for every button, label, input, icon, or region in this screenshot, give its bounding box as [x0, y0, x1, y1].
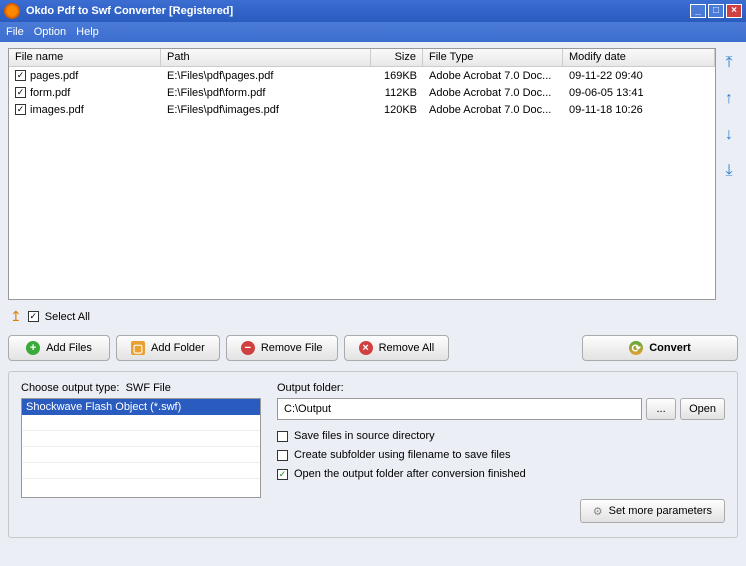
list-header: File name Path Size File Type Modify dat… [9, 49, 715, 67]
open-folder-button[interactable]: Open [680, 398, 725, 420]
remove-all-icon: × [359, 341, 373, 355]
set-more-parameters-button[interactable]: ⚙Set more parameters [580, 499, 725, 523]
col-date[interactable]: Modify date [563, 49, 715, 66]
add-files-button[interactable]: +Add Files [8, 335, 110, 361]
choose-output-type-label: Choose output type: SWF File [21, 382, 261, 394]
convert-icon: ⟳ [629, 341, 643, 355]
create-subfolder-label: Create subfolder using filename to save … [294, 449, 510, 461]
titlebar: Okdo Pdf to Swf Converter [Registered] _… [0, 0, 746, 22]
remove-icon: − [241, 341, 255, 355]
minimize-button[interactable]: _ [690, 4, 706, 18]
col-size[interactable]: Size [371, 49, 423, 66]
row-checkbox[interactable]: ✓ [15, 104, 26, 115]
open-after-label: Open the output folder after conversion … [294, 468, 526, 480]
table-row[interactable]: ✓pages.pdfE:\Files\pdf\pages.pdf169KBAdo… [9, 67, 715, 84]
open-after-checkbox[interactable]: ✓ [277, 469, 288, 480]
window-title: Okdo Pdf to Swf Converter [Registered] [26, 5, 233, 17]
row-checkbox[interactable]: ✓ [15, 70, 26, 81]
save-source-checkbox[interactable] [277, 431, 288, 442]
add-icon: + [26, 341, 40, 355]
folder-icon: ▢ [131, 341, 145, 355]
remove-all-button[interactable]: ×Remove All [344, 335, 450, 361]
col-filename[interactable]: File name [9, 49, 161, 66]
col-path[interactable]: Path [161, 49, 371, 66]
close-button[interactable]: × [726, 4, 742, 18]
row-checkbox[interactable]: ✓ [15, 87, 26, 98]
app-logo-icon [4, 3, 20, 19]
move-top-icon[interactable]: ⤒ [720, 54, 738, 72]
output-folder-label: Output folder: [277, 382, 725, 394]
file-list: File name Path Size File Type Modify dat… [8, 48, 716, 300]
maximize-button[interactable]: □ [708, 4, 724, 18]
select-all-label: Select All [45, 311, 90, 323]
menu-file[interactable]: File [6, 26, 24, 38]
convert-button[interactable]: ⟳Convert [582, 335, 738, 361]
move-down-icon[interactable]: ↓ [720, 126, 738, 144]
move-bottom-icon[interactable]: ⤓ [720, 162, 738, 180]
remove-file-button[interactable]: −Remove File [226, 335, 338, 361]
menubar: File Option Help [0, 22, 746, 42]
up-folder-icon[interactable]: ↥ [10, 308, 22, 325]
save-source-label: Save files in source directory [294, 430, 435, 442]
gear-icon: ⚙ [593, 505, 603, 518]
output-folder-input[interactable] [277, 398, 642, 420]
create-subfolder-checkbox[interactable] [277, 450, 288, 461]
menu-option[interactable]: Option [34, 26, 66, 38]
browse-button[interactable]: ... [646, 398, 676, 420]
menu-help[interactable]: Help [76, 26, 99, 38]
select-all-checkbox[interactable]: ✓ [28, 311, 39, 322]
move-up-icon[interactable]: ↑ [720, 90, 738, 108]
table-row[interactable]: ✓form.pdfE:\Files\pdf\form.pdf112KBAdobe… [9, 84, 715, 101]
col-type[interactable]: File Type [423, 49, 563, 66]
output-type-item[interactable]: Shockwave Flash Object (*.swf) [22, 399, 260, 415]
output-type-list[interactable]: Shockwave Flash Object (*.swf) [21, 398, 261, 498]
add-folder-button[interactable]: ▢Add Folder [116, 335, 220, 361]
table-row[interactable]: ✓images.pdfE:\Files\pdf\images.pdf120KBA… [9, 101, 715, 118]
